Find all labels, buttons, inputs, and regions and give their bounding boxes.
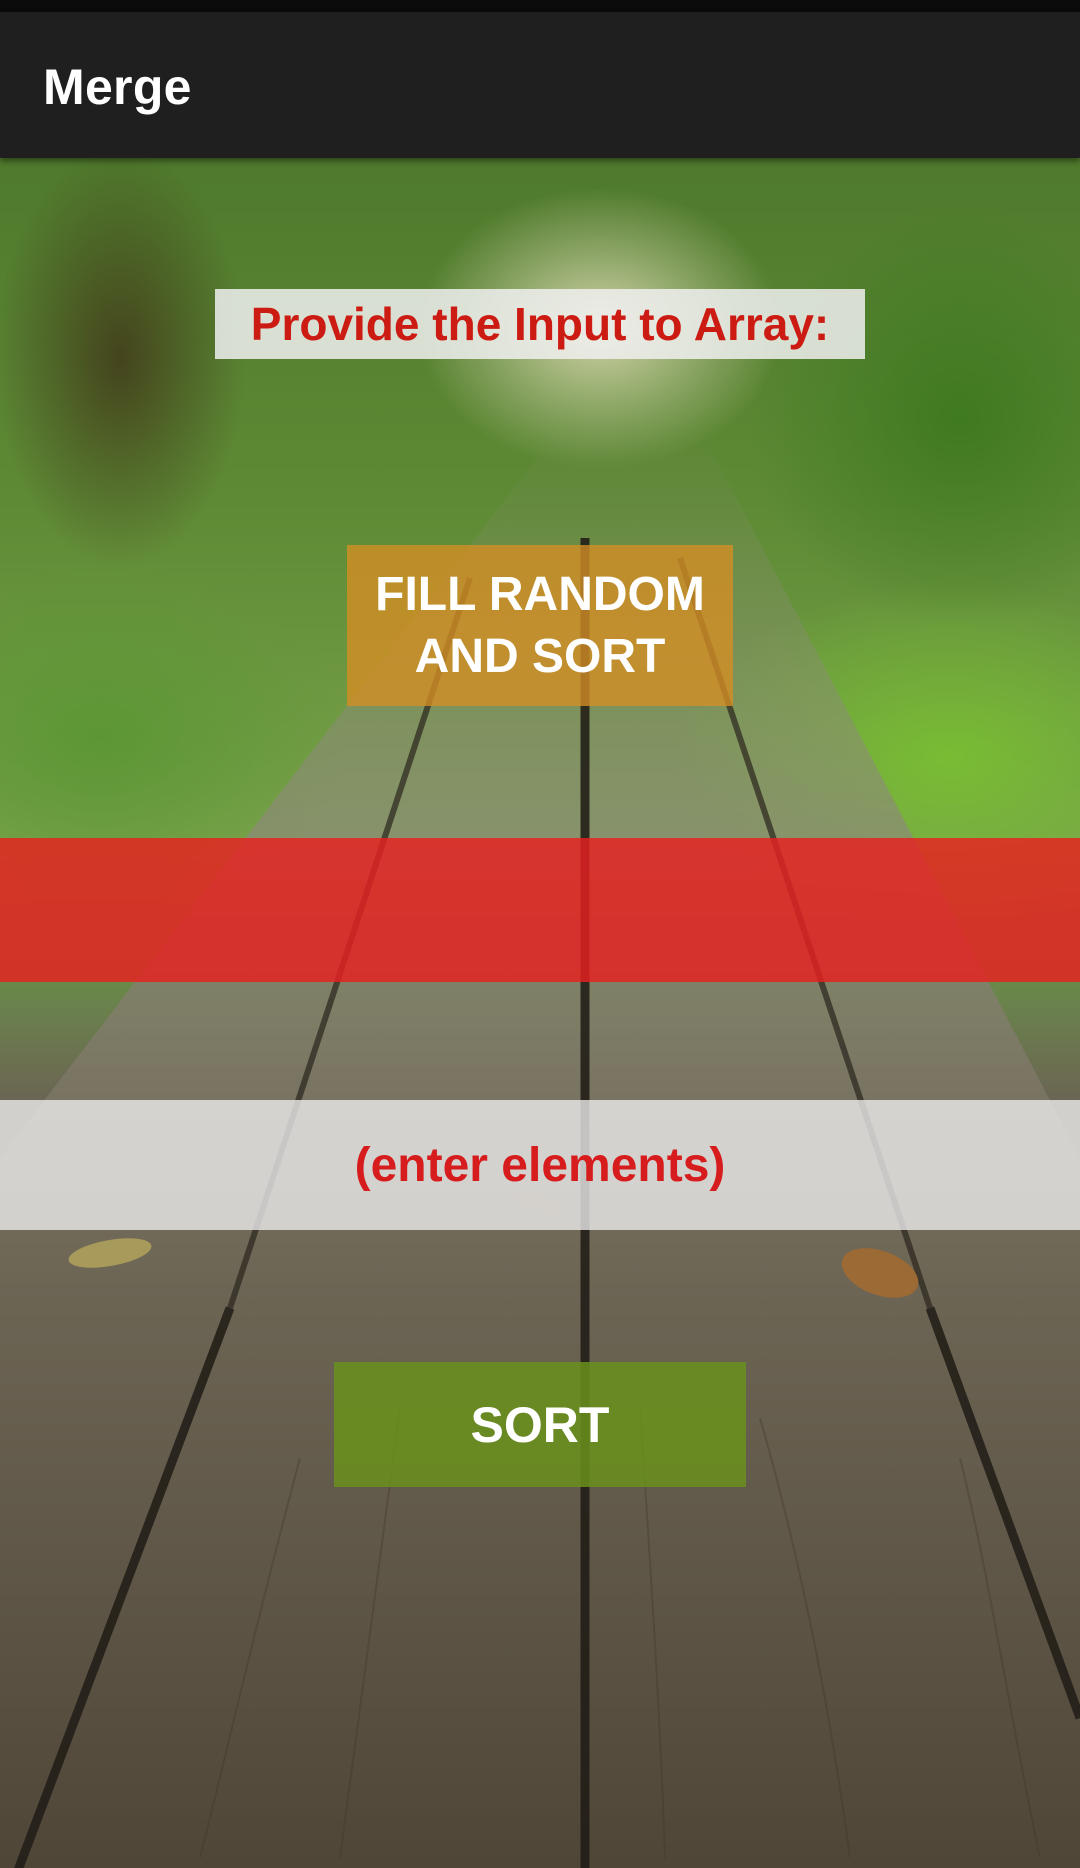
elements-input[interactable]	[0, 1100, 1080, 1230]
boardwalk-planks	[0, 428, 1080, 1868]
app-screen: Merge Provide the Input to Array: FILL R…	[0, 0, 1080, 1868]
sort-button[interactable]: SORT	[334, 1362, 746, 1487]
sorted-result-display	[0, 838, 1080, 982]
status-bar	[0, 0, 1080, 12]
fill-random-and-sort-button[interactable]: FILL RANDOM AND SORT	[347, 545, 733, 706]
background-image	[0, 158, 1080, 1868]
prompt-label: Provide the Input to Array:	[215, 289, 865, 359]
app-bar: Merge	[0, 12, 1080, 158]
app-title: Merge	[43, 59, 192, 115]
elements-input-container	[0, 1100, 1080, 1230]
